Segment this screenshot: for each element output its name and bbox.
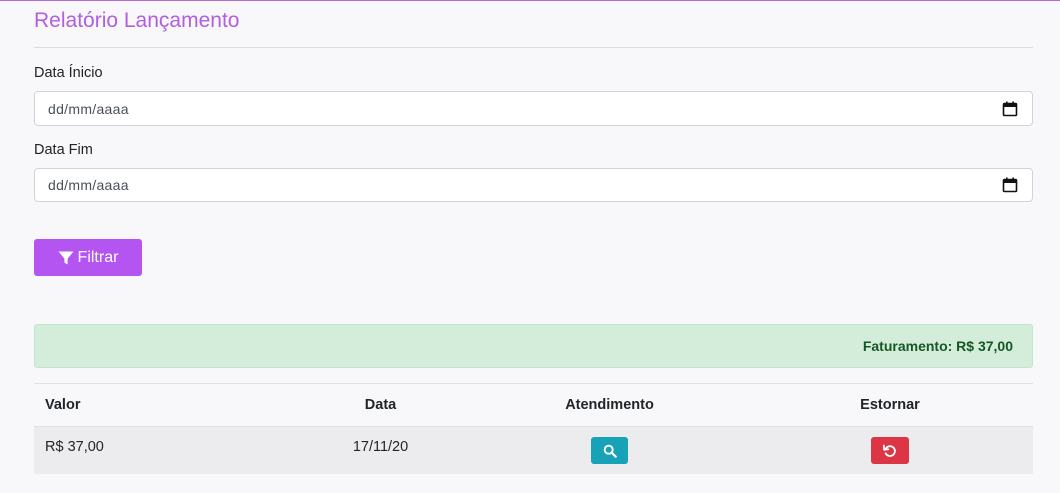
page-title: Relatório Lançamento <box>34 9 240 32</box>
column-header-data: Data <box>364 397 397 413</box>
launch-table: Valor Data Atendimento Estornar R$ 37,00… <box>34 383 1033 474</box>
table-header: Valor Data Atendimento Estornar <box>34 383 1033 426</box>
undo-icon <box>883 444 896 457</box>
title-divider <box>34 47 1033 48</box>
cell-estornar <box>747 437 1033 464</box>
cell-valor: R$ 37,00 <box>45 439 104 455</box>
start-date-input[interactable]: dd/mm/aaaa <box>34 91 1033 126</box>
search-icon <box>603 444 617 458</box>
revenue-summary-alert: Faturamento: R$ 37,00 <box>34 324 1033 368</box>
report-page: Relatório Lançamento Data Ínicio dd/mm/a… <box>34 0 1033 474</box>
column-header-valor: Valor <box>45 397 81 413</box>
estornar-button[interactable] <box>871 437 909 464</box>
view-atendimento-button[interactable] <box>591 437 628 464</box>
calendar-icon[interactable] <box>1002 101 1018 117</box>
column-header-estornar: Estornar <box>860 397 920 413</box>
filter-button[interactable]: Filtrar <box>34 239 142 276</box>
cell-atendimento <box>472 437 747 464</box>
calendar-icon[interactable] <box>1002 177 1018 193</box>
start-date-label: Data Ínicio <box>34 65 103 81</box>
table-row: R$ 37,00 17/11/20 <box>34 426 1033 474</box>
filter-button-label: Filtrar <box>77 248 119 266</box>
start-date-placeholder: dd/mm/aaaa <box>48 100 129 117</box>
filter-icon <box>58 251 74 264</box>
column-header-atendimento: Atendimento <box>565 397 654 413</box>
revenue-total: Faturamento: R$ 37,00 <box>862 338 1013 354</box>
end-date-label: Data Fim <box>34 142 93 158</box>
end-date-input[interactable]: dd/mm/aaaa <box>34 168 1033 202</box>
cell-data: 17/11/20 <box>352 439 409 455</box>
end-date-placeholder: dd/mm/aaaa <box>48 177 129 193</box>
